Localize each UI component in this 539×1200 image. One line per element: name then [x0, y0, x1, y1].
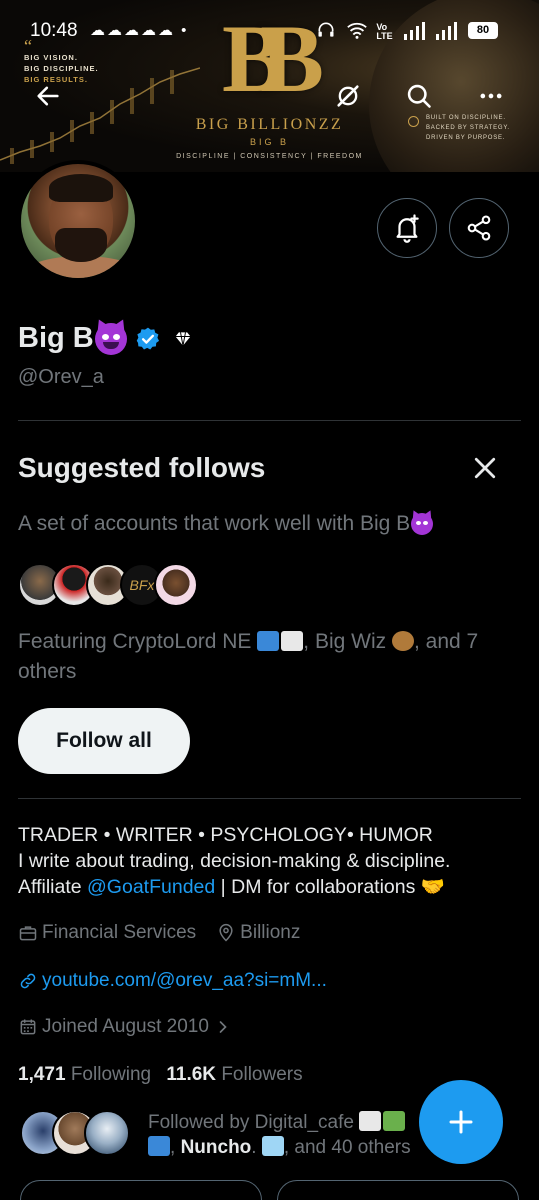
divider — [18, 420, 521, 421]
divider — [18, 798, 521, 799]
follow-all-button[interactable]: Follow all — [18, 708, 190, 774]
suggested-avatar — [154, 563, 198, 607]
bio-suffix: | DM for collaborations 🤝 — [215, 876, 446, 898]
compose-fab-button[interactable] — [419, 1080, 503, 1164]
notify-button[interactable] — [377, 198, 437, 258]
avatar-beard — [55, 228, 107, 262]
briefcase-icon — [19, 926, 37, 941]
profile-location: Billionz — [240, 922, 301, 943]
bio-line: I write about trading, decision-making &… — [18, 850, 451, 872]
back-button[interactable] — [30, 78, 66, 114]
bio-line: Affiliate @GoatFunded | DM for collabora… — [18, 874, 523, 900]
close-icon[interactable] — [470, 453, 500, 483]
profile-website-row: youtube.com/@orev_aa?si=mM... — [18, 970, 327, 992]
notification-icons: ☁☁☁☁☁ • — [90, 22, 189, 39]
profile-meta-row: Financial Services Billionz — [18, 922, 300, 944]
followed-by-text[interactable]: Followed by Digital_cafe , Nuncho. , and… — [148, 1110, 448, 1160]
smiling-devil-emoji — [94, 322, 127, 355]
profile-joined-row[interactable]: Joined August 2010 — [18, 1016, 237, 1038]
status-right-icons: Vo LTE — [316, 20, 459, 41]
goatfunded-link[interactable]: @GoatFunded — [87, 876, 215, 898]
display-name-text: Big B — [18, 322, 94, 354]
plus-icon — [449, 1110, 473, 1134]
followers-count: 11.6K — [166, 1064, 217, 1085]
followed-by-avatars[interactable] — [20, 1110, 130, 1156]
bottom-tab-pill-left[interactable] — [20, 1180, 262, 1200]
suggested-follows-description: A set of accounts that work well with Bi… — [18, 512, 434, 536]
grok-icon — [337, 85, 359, 107]
headphones-icon — [318, 22, 334, 37]
chart-increasing-emoji — [359, 1111, 382, 1131]
profile-bio: TRADER • WRITER • PSYCHOLOGY• HUMOR I wr… — [18, 822, 523, 900]
featuring-text: Featuring CryptoLord NE , Big Wiz , and … — [18, 627, 528, 687]
bar-chart-emoji — [257, 631, 280, 651]
battery-indicator: 80 — [468, 22, 498, 39]
featuring-prefix: Featuring CryptoLord NE — [18, 630, 258, 653]
bottom-tab-pill-right[interactable] — [277, 1180, 519, 1200]
bio-line: TRADER • WRITER • PSYCHOLOGY• HUMOR — [18, 824, 433, 846]
followed-by-prefix: Followed by Digital_cafe — [148, 1112, 360, 1133]
suggested-follows-title: Suggested follows — [18, 452, 266, 483]
suggested-avatars[interactable]: BFx — [18, 563, 198, 609]
chart-increasing-emoji — [281, 631, 304, 651]
location-pin-icon — [219, 923, 233, 942]
follow-counts: 1,471 Following 11.6K Followers — [18, 1064, 303, 1086]
profile-handle: @Orev_a — [18, 366, 104, 388]
signal-icon-2 — [435, 22, 457, 40]
followers-link[interactable]: 11.6K Followers — [166, 1064, 302, 1085]
search-button[interactable] — [401, 78, 437, 114]
featuring-mid: , Big Wiz — [303, 630, 392, 653]
status-time: 10:48 — [30, 20, 78, 41]
target-icon — [408, 116, 419, 127]
following-count: 1,471 — [18, 1064, 66, 1085]
bio-prefix: Affiliate — [18, 876, 88, 898]
network-label: Vo LTE — [376, 22, 393, 41]
profile-website-link[interactable]: youtube.com/@orev_aa?si=mM... — [42, 970, 327, 992]
profile-category: Financial Services — [42, 922, 197, 943]
bell-plus-icon — [396, 214, 419, 243]
banner-right-text: BUILT ON DISCIPLINE. BACKED BY STRATEGY.… — [426, 115, 510, 141]
more-button[interactable] — [473, 78, 509, 114]
signal-icon — [403, 22, 425, 40]
search-icon — [407, 84, 431, 108]
teddy-bear-emoji — [391, 631, 414, 651]
bar-chart-emoji — [148, 1136, 170, 1156]
more-dots-icon — [480, 93, 502, 99]
following-link[interactable]: 1,471 Following — [18, 1064, 151, 1085]
suggested-desc-text: A set of accounts that work well with Bi… — [18, 512, 411, 535]
link-icon — [20, 973, 36, 989]
diamond-badge-icon[interactable] — [173, 329, 193, 349]
grok-button[interactable] — [330, 78, 366, 114]
chevron-right-icon — [219, 1021, 227, 1033]
verified-badge-icon[interactable] — [135, 326, 161, 352]
brand-tagline: DISCIPLINE | CONSISTENCY | FREEDOM — [176, 153, 363, 160]
followed-by-suffix: , and 40 others — [283, 1137, 411, 1158]
arrow-left-icon — [37, 86, 59, 106]
status-bar: 10:48 ☁☁☁☁☁ • Vo LTE 80 — [0, 18, 539, 46]
follower-avatar — [84, 1110, 130, 1156]
smiling-devil-emoji — [411, 513, 434, 535]
ice-cube-emoji — [261, 1136, 284, 1156]
avatar-hair — [49, 174, 113, 202]
money-wings-emoji — [383, 1111, 406, 1131]
followers-label: Followers — [221, 1064, 303, 1085]
calendar-icon — [20, 1019, 36, 1035]
wifi-icon — [347, 22, 367, 39]
profile-joined-date: Joined August 2010 — [42, 1016, 209, 1037]
following-label: Following — [70, 1064, 152, 1085]
share-button[interactable] — [449, 198, 509, 258]
profile-avatar[interactable] — [17, 160, 139, 282]
share-icon — [467, 215, 491, 241]
followed-by-name: Nuncho — [180, 1137, 252, 1158]
display-name: Big B — [18, 322, 193, 355]
